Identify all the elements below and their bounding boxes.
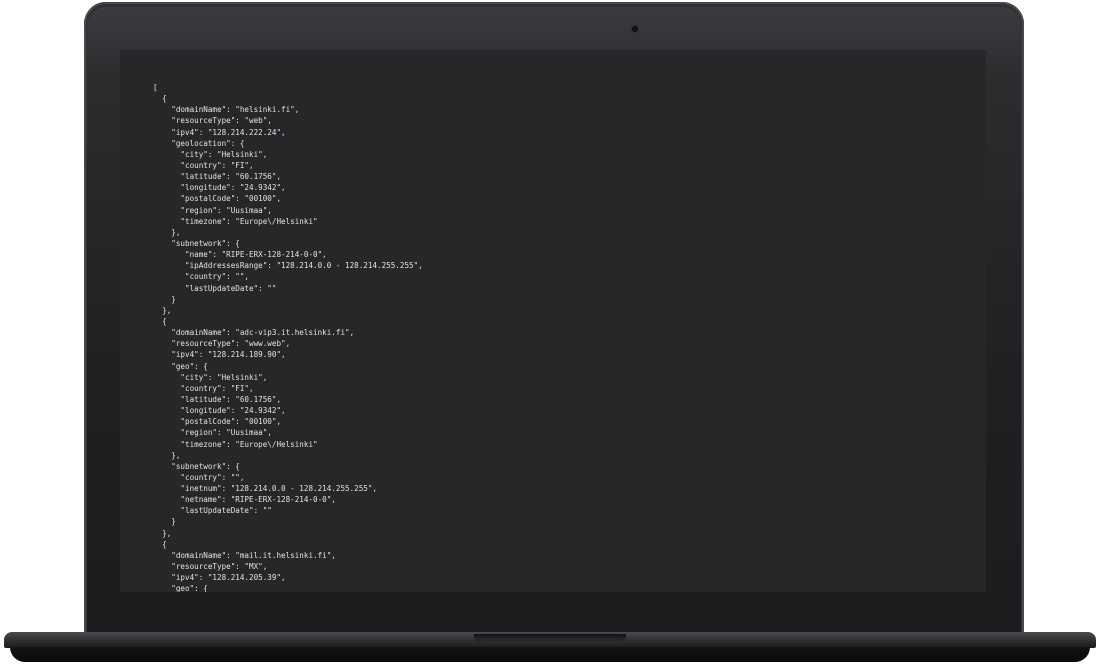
- code-line: "longitude": "24.9342",: [153, 406, 286, 416]
- code-line: "lastUpdateDate": "": [153, 283, 277, 293]
- code-line: {: [153, 94, 167, 104]
- opening-notch: [474, 634, 626, 644]
- code-line: "country": "FI",: [153, 383, 254, 393]
- code-line: {: [153, 316, 167, 326]
- code-line: "region": "Uusimaa",: [153, 205, 272, 215]
- code-line: "country": "FI",: [153, 160, 254, 170]
- code-line: },: [153, 227, 181, 237]
- code-line: "latitude": "60.1756",: [153, 172, 282, 182]
- webcam-icon: [632, 26, 638, 32]
- code-line: "domainName": "helsinki.fi",: [153, 105, 300, 115]
- json-output: [ { "domainName": "helsinki.fi", "resour…: [153, 82, 423, 592]
- code-line: "lastUpdateDate": "": [153, 506, 272, 516]
- code-line: "country": "",: [153, 472, 245, 482]
- code-line: "latitude": "60.1756",: [153, 394, 282, 404]
- code-line: "ipv4": "128.214.189.90",: [153, 350, 286, 360]
- code-line: "ipv4": "128.214.205.39",: [153, 573, 286, 583]
- terminal-screen[interactable]: [ { "domainName": "helsinki.fi", "resour…: [120, 50, 986, 592]
- code-line: "geolocation": {: [153, 138, 245, 148]
- code-line: "timezone": "Europe\/Helsinki": [153, 439, 318, 449]
- code-line: "resourceType": "web",: [153, 116, 272, 126]
- code-line: "netname": "RIPE-ERX-128-214-0-0",: [153, 495, 336, 505]
- code-line: "ipAddressesRange": "128.214.0.0 - 128.2…: [153, 261, 423, 271]
- code-line: [: [153, 83, 158, 92]
- code-line: "subnetwork": {: [153, 461, 240, 471]
- laptop-base: [0, 628, 1100, 668]
- code-line: "longitude": "24.9342",: [153, 183, 286, 193]
- code-line: "name": "RIPE-ERX-128-214-0-0",: [153, 250, 327, 260]
- code-line: "domainName": "mail.it.helsinki.fi",: [153, 550, 336, 560]
- code-line: },: [153, 305, 172, 315]
- code-line: "city": "Helsinki",: [153, 149, 268, 159]
- code-line: "geo": {: [153, 584, 208, 592]
- code-line: "domainName": "adc-vip3.it.helsinki.fi",: [153, 328, 355, 338]
- code-line: },: [153, 528, 172, 538]
- code-line: }: [153, 517, 176, 527]
- base-bottom-edge: [10, 647, 1090, 662]
- code-line: "region": "Uusimaa",: [153, 428, 272, 438]
- code-line: "postalCode": "00100",: [153, 417, 282, 427]
- code-line: "postalCode": "00100",: [153, 194, 282, 204]
- code-line: },: [153, 450, 181, 460]
- code-line: "resourceType": "MX",: [153, 562, 268, 572]
- code-line: "inetnum": "128.214.0.0 - 128.214.255.25…: [153, 484, 378, 494]
- code-line: "country": "",: [153, 272, 250, 282]
- code-line: "subnetwork": {: [153, 238, 240, 248]
- code-line: "ipv4": "128.214.222.24",: [153, 127, 286, 137]
- code-line: {: [153, 539, 167, 549]
- code-line: }: [153, 294, 176, 304]
- code-line: "city": "Helsinki",: [153, 372, 268, 382]
- laptop-mockup: [ { "domainName": "helsinki.fi", "resour…: [0, 0, 1100, 668]
- code-line: "resourceType": "www.web",: [153, 339, 291, 349]
- code-line: "timezone": "Europe\/Helsinki": [153, 216, 318, 226]
- code-line: "geo": {: [153, 361, 208, 371]
